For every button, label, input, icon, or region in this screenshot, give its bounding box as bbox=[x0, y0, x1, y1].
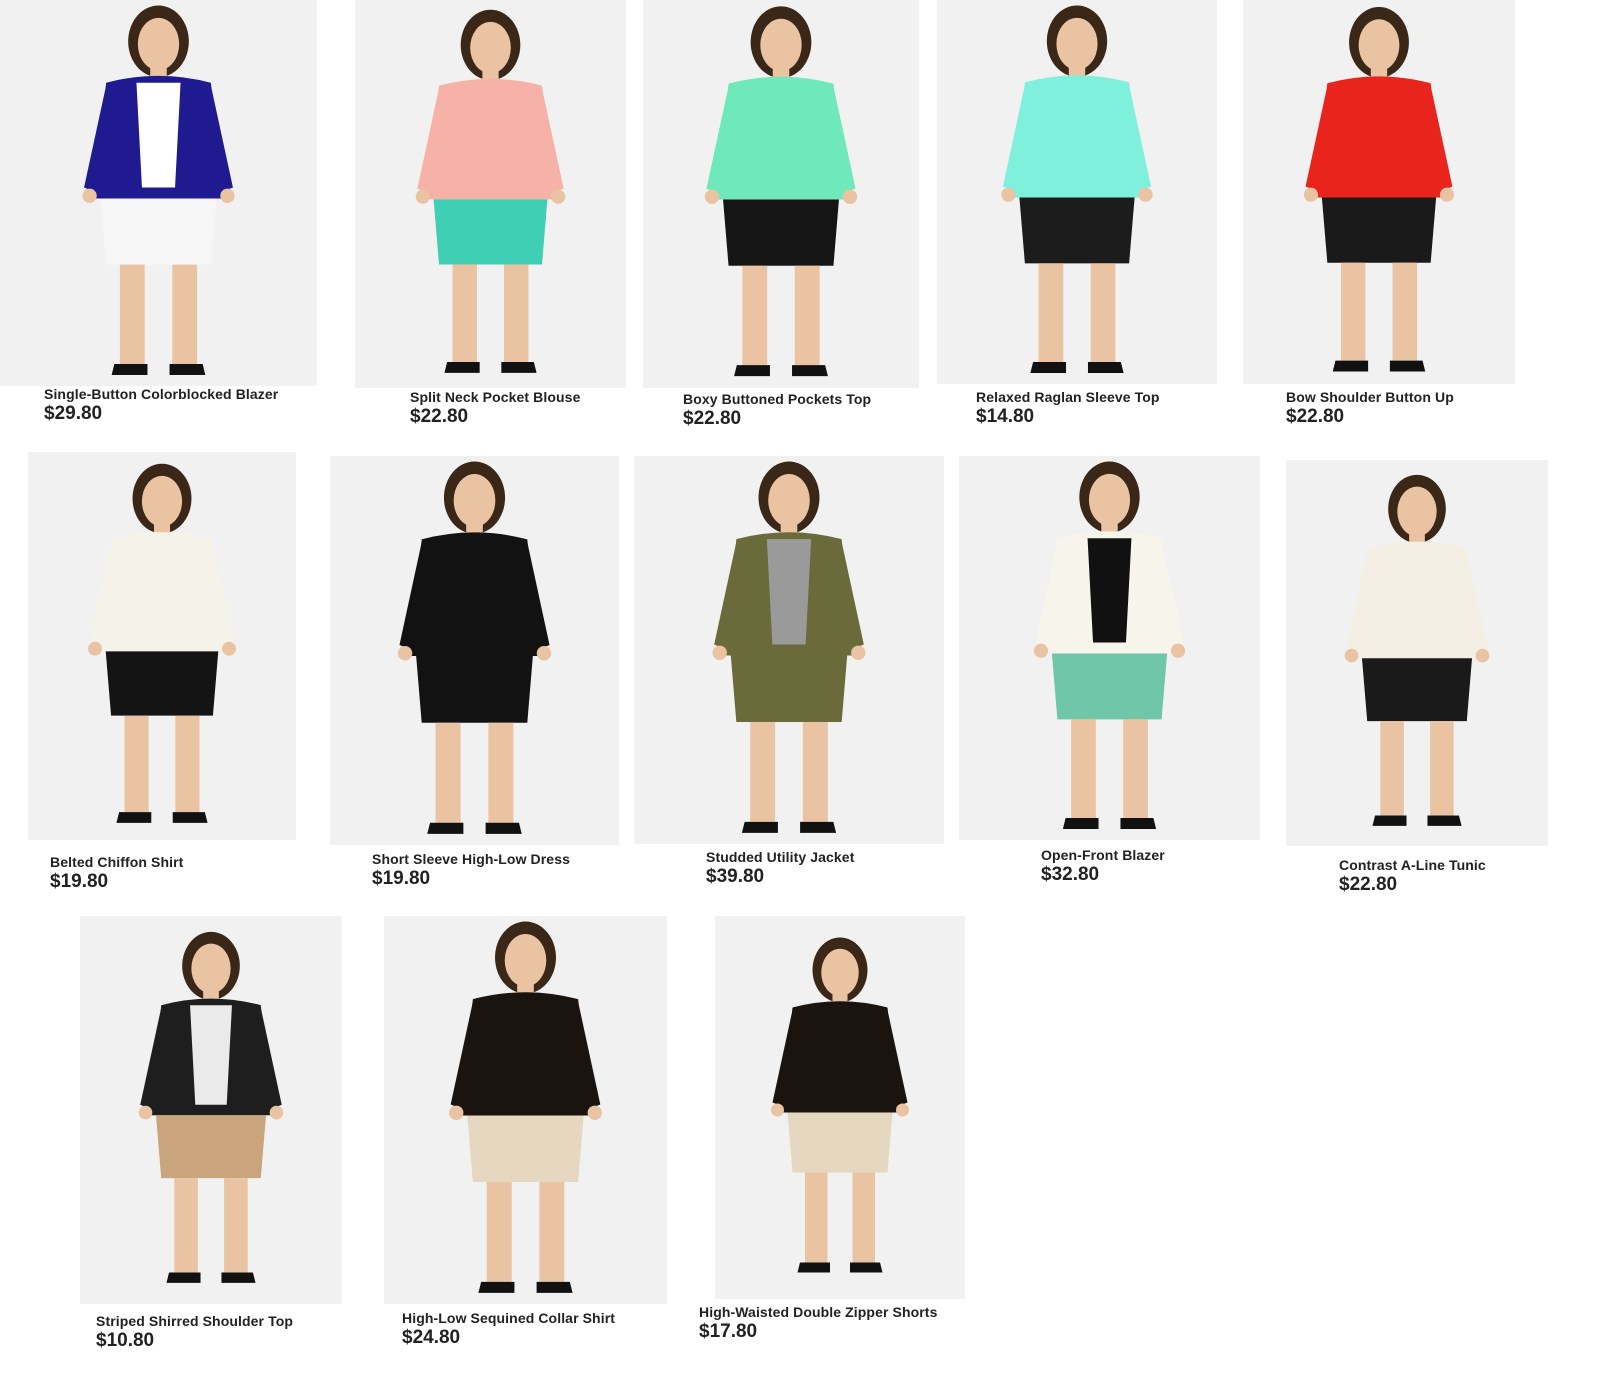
product-image[interactable] bbox=[1286, 460, 1548, 846]
high-low-dress-outfit-icon bbox=[330, 456, 619, 845]
product-name-link[interactable]: Contrast A-Line Tunic bbox=[1339, 857, 1486, 873]
product-name-link[interactable]: Split Neck Pocket Blouse bbox=[410, 389, 580, 405]
blouse-pants-outfit-icon bbox=[355, 0, 626, 388]
button-up-skirt-outfit-icon bbox=[1243, 0, 1515, 384]
product-image[interactable] bbox=[715, 916, 965, 1299]
product-image[interactable] bbox=[330, 456, 619, 845]
product-name-link[interactable]: Bow Shoulder Button Up bbox=[1286, 389, 1454, 405]
product-price: $32.80 bbox=[1041, 864, 1100, 885]
product-price: $39.80 bbox=[706, 866, 765, 887]
product-name-link[interactable]: High-Waisted Double Zipper Shorts bbox=[699, 1304, 937, 1320]
product-image[interactable] bbox=[634, 456, 944, 844]
zipper-shorts-outfit-icon bbox=[715, 916, 965, 1299]
product-image[interactable] bbox=[643, 0, 919, 388]
product-image[interactable] bbox=[355, 0, 626, 388]
product-name-link[interactable]: Boxy Buttoned Pockets Top bbox=[683, 391, 871, 407]
product-name-link[interactable]: Striped Shirred Shoulder Top bbox=[96, 1313, 293, 1329]
product-price: $14.80 bbox=[976, 406, 1035, 427]
product-image[interactable] bbox=[384, 916, 667, 1304]
product-price: $19.80 bbox=[50, 871, 109, 892]
product-price: $22.80 bbox=[1286, 406, 1345, 427]
chiffon-shirt-outfit-icon bbox=[28, 452, 296, 840]
product-name-link[interactable]: Belted Chiffon Shirt bbox=[50, 854, 183, 870]
open-blazer-outfit-icon bbox=[959, 456, 1260, 840]
tunic-leggings-outfit-icon bbox=[1286, 460, 1548, 846]
product-name-link[interactable]: High-Low Sequined Collar Shirt bbox=[402, 1310, 615, 1326]
product-image[interactable] bbox=[937, 0, 1217, 384]
striped-top-skirt-outfit-icon bbox=[80, 916, 342, 1304]
top-leggings-outfit-icon bbox=[643, 0, 919, 388]
product-image[interactable] bbox=[0, 0, 317, 386]
product-price: $22.80 bbox=[410, 406, 469, 427]
product-name-link[interactable]: Open-Front Blazer bbox=[1041, 847, 1165, 863]
product-name-link[interactable]: Studded Utility Jacket bbox=[706, 849, 854, 865]
product-image[interactable] bbox=[1243, 0, 1515, 384]
sequined-shirt-outfit-icon bbox=[384, 916, 667, 1304]
product-price: $17.80 bbox=[699, 1321, 758, 1342]
product-price: $24.80 bbox=[402, 1327, 461, 1348]
raglan-top-outfit-icon bbox=[937, 0, 1217, 384]
product-name-link[interactable]: Single-Button Colorblocked Blazer bbox=[44, 386, 278, 402]
product-price: $22.80 bbox=[683, 408, 742, 429]
product-price: $22.80 bbox=[1339, 874, 1398, 895]
product-name-link[interactable]: Relaxed Raglan Sleeve Top bbox=[976, 389, 1160, 405]
utility-jacket-outfit-icon bbox=[634, 456, 944, 844]
product-name-link[interactable]: Short Sleeve High-Low Dress bbox=[372, 851, 570, 867]
product-image[interactable] bbox=[80, 916, 342, 1304]
product-price: $19.80 bbox=[372, 868, 431, 889]
product-price: $29.80 bbox=[44, 403, 103, 424]
product-image[interactable] bbox=[28, 452, 296, 840]
product-price: $10.80 bbox=[96, 1330, 155, 1351]
blazer-shorts-outfit-icon bbox=[0, 0, 317, 386]
product-image[interactable] bbox=[959, 456, 1260, 840]
